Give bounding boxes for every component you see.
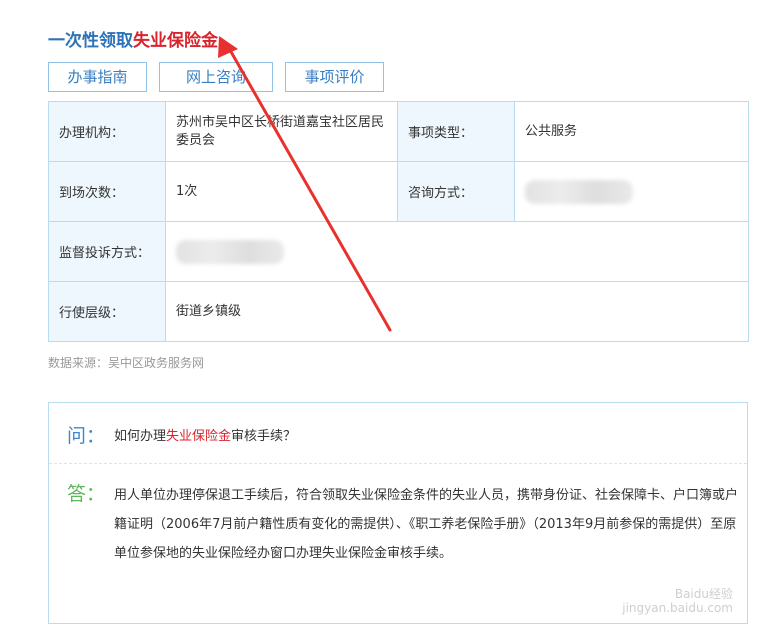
label-agency: 办理机构： — [48, 101, 166, 162]
value-consult-method — [514, 161, 749, 222]
question-suffix: 审核手续？ — [231, 429, 297, 444]
value-item-type: 公共服务 — [514, 101, 749, 162]
arrow-head — [218, 36, 238, 58]
blurred-contact — [176, 239, 284, 264]
label-level: 行使层级： — [48, 281, 166, 342]
answer-text: 用人单位办理停保退工手续后，符合领取失业保险金条件的失业人员，携带身份证、社会保… — [114, 488, 739, 561]
answer-mark: 答： — [67, 483, 106, 505]
watermark-line1: Baidu经验 — [674, 587, 733, 601]
value-visit-count: 1次 — [165, 161, 398, 222]
data-source: 数据来源：吴中区政务服务网 — [48, 356, 205, 370]
label-visit-count: 到场次数： — [48, 161, 166, 222]
watermark-line2: jingyan.baidu.com — [622, 601, 733, 615]
question-prefix: 如何办理 — [114, 429, 167, 444]
table-row: 办理机构： 苏州市吴中区长桥街道嘉宝社区居民委员会 事项类型： 公共服务 — [48, 101, 749, 162]
title-part-highlight: 失业保险金 — [133, 31, 218, 51]
question-highlight: 失业保险金 — [166, 429, 232, 444]
watermark: Baidu经验 jingyan.baidu.com — [622, 587, 733, 615]
question-text: 如何办理失业保险金审核手续？ — [114, 425, 296, 444]
table-row: 监督投诉方式： — [48, 221, 749, 282]
table-row: 行使层级： 街道乡镇级 — [48, 281, 749, 342]
tab-bar: 办事指南 网上咨询 事项评价 — [48, 62, 384, 92]
title-part-main: 一次性领取 — [48, 31, 133, 51]
tab-evaluation[interactable]: 事项评价 — [285, 62, 384, 92]
tab-guide[interactable]: 办事指南 — [48, 62, 147, 92]
qa-box: 问： 如何办理失业保险金审核手续？ 答： 用人单位办理停保退工手续后，符合领取失… — [48, 402, 748, 624]
label-complaint-method: 监督投诉方式： — [48, 221, 166, 282]
blurred-contact — [525, 179, 633, 204]
tab-online-consult[interactable]: 网上咨询 — [159, 62, 273, 92]
table-row: 到场次数： 1次 咨询方式： — [48, 161, 749, 222]
question-mark: 问： — [67, 425, 106, 447]
label-item-type: 事项类型： — [397, 101, 515, 162]
value-complaint-method — [165, 221, 749, 282]
value-level: 街道乡镇级 — [165, 281, 749, 342]
question-row: 问： 如何办理失业保险金审核手续？ — [49, 403, 747, 464]
label-consult-method: 咨询方式： — [397, 161, 515, 222]
page-title: 一次性领取失业保险金 — [48, 26, 218, 51]
value-agency: 苏州市吴中区长桥街道嘉宝社区居民委员会 — [165, 101, 398, 162]
info-table: 办理机构： 苏州市吴中区长桥街道嘉宝社区居民委员会 事项类型： 公共服务 到场次… — [48, 101, 749, 342]
